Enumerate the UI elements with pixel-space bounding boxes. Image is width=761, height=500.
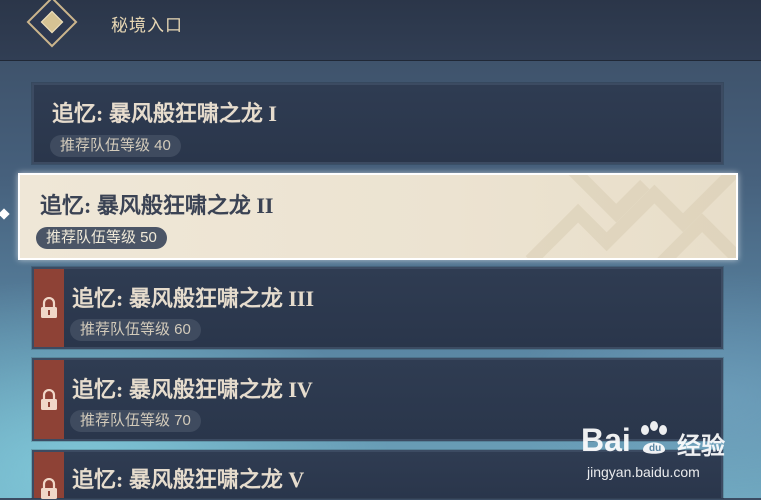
lock-strip (34, 360, 64, 439)
lock-icon (41, 478, 57, 499)
svg-text:du: du (649, 443, 661, 454)
watermark-url: jingyan.baidu.com (587, 464, 700, 480)
lock-strip (34, 269, 64, 347)
baidu-watermark: Bai du 经验 jingyan.baidu.com (581, 420, 751, 490)
paw-icon: du (641, 421, 667, 454)
domain-title: 追忆: 暴风般狂啸之龙 IV (72, 377, 313, 402)
lock-strip (34, 452, 64, 499)
domain-title: 追忆: 暴风般狂啸之龙 I (52, 101, 277, 126)
recommended-level-badge: 推荐队伍等级 50 (36, 227, 167, 249)
lock-icon (41, 297, 57, 318)
watermark-logo: Bai (581, 422, 631, 458)
domain-item-1[interactable]: 追忆: 暴风般狂啸之龙 I 推荐队伍等级 40 (32, 83, 723, 164)
domain-item-3[interactable]: 追忆: 暴风般狂啸之龙 III 推荐队伍等级 60 (32, 267, 723, 349)
watermark-suffix: 经验 (677, 433, 725, 460)
domain-title: 追忆: 暴风般狂啸之龙 V (72, 467, 305, 492)
lock-icon (41, 389, 57, 410)
recommended-level-badge: 推荐队伍等级 60 (70, 319, 201, 341)
domain-title: 追忆: 暴风般狂啸之龙 II (40, 193, 274, 218)
domain-item-2[interactable]: 追忆: 暴风般狂啸之龙 II 推荐队伍等级 50 (18, 173, 738, 260)
recommended-level-badge: 推荐队伍等级 40 (50, 135, 181, 157)
selection-indicator-icon (0, 208, 10, 220)
decorative-pattern (525, 175, 736, 258)
recommended-level-badge: 推荐队伍等级 70 (70, 410, 201, 432)
domain-title: 追忆: 暴风般狂啸之龙 III (72, 286, 315, 311)
